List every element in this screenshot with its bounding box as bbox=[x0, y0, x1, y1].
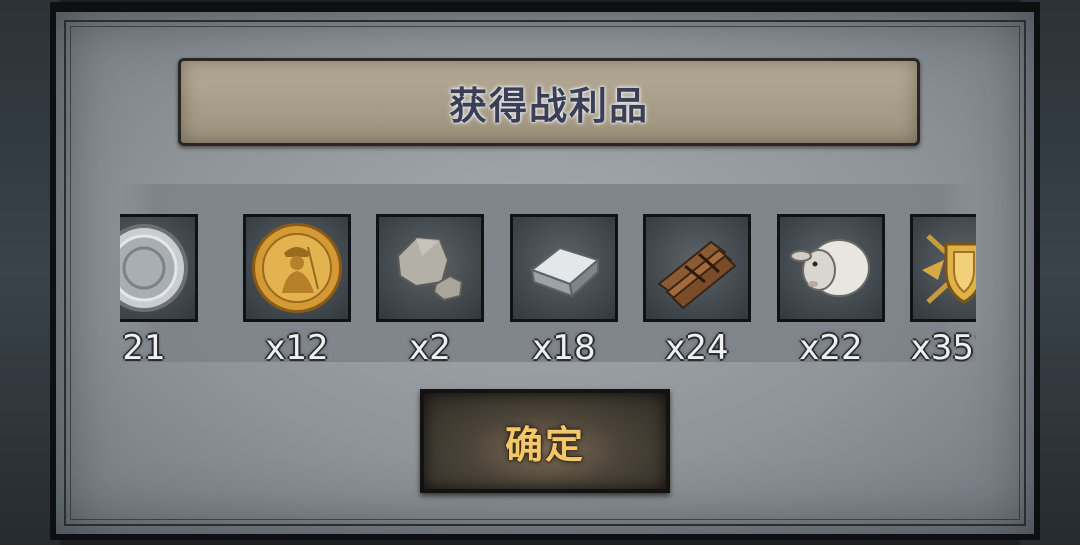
wood-planks-icon bbox=[657, 240, 737, 310]
loot-item-gold-medallion[interactable]: x12 bbox=[243, 214, 351, 362]
shield-emblem-icon bbox=[922, 234, 976, 304]
loot-quantity: x3510 bbox=[910, 328, 976, 362]
loot-item-stone[interactable]: x2 bbox=[376, 214, 484, 362]
confirm-label: 确定 bbox=[504, 422, 585, 467]
loot-item-sheep[interactable]: x22 bbox=[777, 214, 885, 362]
loot-quantity: x22 bbox=[799, 328, 863, 362]
title-banner: 获得战利品 bbox=[178, 58, 920, 146]
confirm-button[interactable]: 确定 bbox=[420, 389, 670, 493]
stone-icon bbox=[396, 236, 464, 302]
loot-quantity: x2 bbox=[409, 328, 451, 362]
loot-quantity: 21 bbox=[122, 328, 166, 362]
gold-medallion-icon bbox=[252, 223, 342, 313]
loot-dialog: 获得战利品 21 x12 x2 x18 x24 x22 x35 确定 bbox=[50, 2, 1040, 540]
silver-coin-icon bbox=[120, 224, 188, 312]
loot-item-wood-planks[interactable]: x24 bbox=[643, 214, 751, 362]
loot-item-iron-ingot[interactable]: x18 bbox=[510, 214, 618, 362]
loot-quantity: x24 bbox=[665, 328, 729, 362]
loot-quantity: x12 bbox=[265, 328, 329, 362]
loot-quantity: x18 bbox=[532, 328, 596, 362]
sheep-icon bbox=[790, 239, 870, 297]
iron-ingot-icon bbox=[529, 246, 601, 298]
loot-item-silver-coin[interactable]: 21 bbox=[120, 214, 198, 362]
loot-list[interactable]: 21 x12 x2 x18 x24 x22 x35 bbox=[120, 184, 976, 362]
loot-item-honor-shield[interactable]: x3510 bbox=[910, 214, 976, 362]
dialog-panel: 获得战利品 21 x12 x2 x18 x24 x22 x35 确定 bbox=[56, 12, 1034, 534]
dialog-title: 获得战利品 bbox=[448, 83, 649, 128]
